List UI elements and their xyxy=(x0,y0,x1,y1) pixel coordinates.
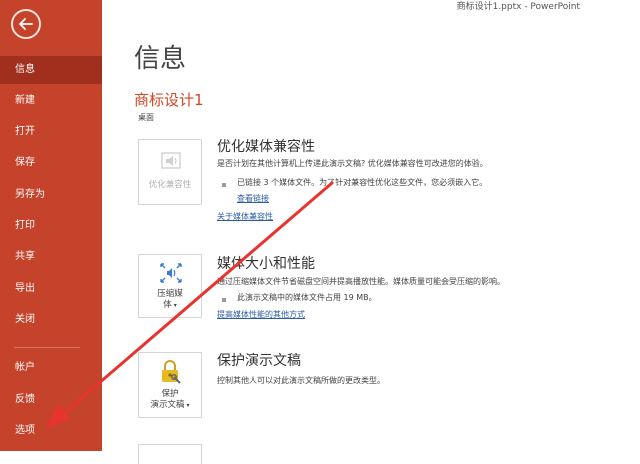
annotation-arrow xyxy=(46,181,334,428)
